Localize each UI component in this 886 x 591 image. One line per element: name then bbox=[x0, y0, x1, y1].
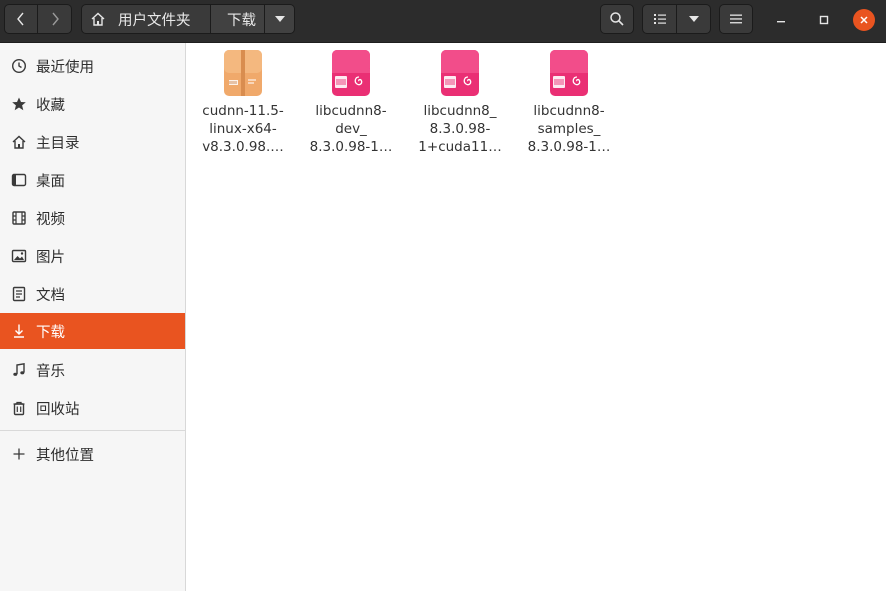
sidebar-divider bbox=[0, 430, 185, 431]
path-menu-button[interactable] bbox=[265, 4, 295, 34]
music-icon bbox=[10, 361, 28, 379]
file-name-line: cudnn-11.5- bbox=[202, 103, 284, 119]
sidebar-item-label: 桌面 bbox=[36, 173, 65, 190]
close-icon bbox=[860, 16, 868, 24]
forward-button[interactable] bbox=[38, 4, 72, 34]
file-view[interactable]: cudnn-11.5- linux-x64- v8.3.0.98.… libcu… bbox=[186, 43, 886, 591]
picture-icon bbox=[10, 247, 28, 265]
file-name-line: libcudnn8_ bbox=[423, 103, 497, 119]
debian-package-icon bbox=[550, 50, 588, 96]
back-button[interactable] bbox=[4, 4, 38, 34]
sidebar-item-label: 图片 bbox=[36, 249, 65, 266]
minimize-icon bbox=[777, 21, 785, 23]
view-options-button[interactable] bbox=[677, 4, 711, 34]
file-name-line: linux-x64- bbox=[209, 121, 277, 137]
close-button[interactable] bbox=[853, 9, 875, 31]
archive-icon bbox=[224, 50, 262, 96]
sidebar-item-label: 文档 bbox=[36, 287, 65, 304]
sidebar-item-label: 最近使用 bbox=[36, 59, 94, 76]
desktop-icon bbox=[10, 171, 28, 189]
file-name-line: 1+cuda11… bbox=[418, 139, 502, 155]
home-icon bbox=[91, 12, 105, 26]
sidebar-item-label: 下载 bbox=[36, 324, 65, 341]
video-icon bbox=[10, 209, 28, 227]
file-name-line: samples_ bbox=[537, 121, 601, 137]
header-bar: 用户文件夹 下载 bbox=[0, 0, 886, 43]
file-item[interactable]: libcudnn8- dev_ 8.3.0.98-1… bbox=[297, 49, 405, 156]
sidebar-item-trash[interactable]: 回收站 bbox=[0, 390, 185, 426]
sidebar-item-downloads[interactable]: 下载 bbox=[0, 313, 185, 349]
triangle-down-icon bbox=[688, 16, 699, 22]
sidebar-item-recent[interactable]: 最近使用 bbox=[0, 48, 185, 84]
path-crumb-label: 下载 bbox=[227, 12, 256, 29]
sidebar-item-home[interactable]: 主目录 bbox=[0, 124, 185, 160]
file-name: libcudnn8_ 8.3.0.98- 1+cuda11… bbox=[408, 102, 512, 156]
plus-icon bbox=[10, 445, 28, 463]
file-name: libcudnn8- samples_ 8.3.0.98-1… bbox=[517, 102, 621, 156]
sidebar-item-desktop[interactable]: 桌面 bbox=[0, 162, 185, 198]
file-name-line: dev_ bbox=[335, 121, 367, 137]
sidebar-item-label: 音乐 bbox=[36, 363, 65, 380]
clock-icon bbox=[10, 57, 28, 75]
file-name-line: libcudnn8- bbox=[533, 103, 605, 119]
chevron-right-icon bbox=[51, 12, 59, 26]
debian-package-icon bbox=[332, 50, 370, 96]
path-crumb-label: 用户文件夹 bbox=[118, 12, 191, 29]
search-icon bbox=[610, 12, 624, 26]
file-item[interactable]: libcudnn8- samples_ 8.3.0.98-1… bbox=[515, 49, 623, 156]
file-name: libcudnn8- dev_ 8.3.0.98-1… bbox=[299, 102, 403, 156]
path-crumb-home[interactable]: 用户文件夹 bbox=[81, 4, 211, 34]
path-crumb-current[interactable]: 下载 bbox=[211, 4, 265, 34]
sidebar-item-label: 收藏 bbox=[36, 97, 65, 114]
sidebar: 最近使用 收藏 主目录 桌面 视频 图片 文档 下载 音乐 回收站 其他位置 bbox=[0, 43, 186, 591]
sidebar-item-starred[interactable]: 收藏 bbox=[0, 86, 185, 122]
trash-icon bbox=[10, 399, 28, 417]
download-icon bbox=[10, 322, 28, 340]
path-bar: 用户文件夹 下载 bbox=[81, 4, 295, 34]
main-menu-button[interactable] bbox=[719, 4, 753, 34]
sidebar-item-documents[interactable]: 文档 bbox=[0, 276, 185, 312]
file-name-line: 8.3.0.98- bbox=[429, 121, 491, 137]
minimize-button[interactable] bbox=[770, 9, 792, 31]
sidebar-item-label: 回收站 bbox=[36, 401, 80, 418]
sidebar-item-label: 主目录 bbox=[36, 135, 80, 152]
document-icon bbox=[10, 285, 28, 303]
file-name-line: v8.3.0.98.… bbox=[202, 139, 284, 155]
maximize-icon bbox=[819, 15, 829, 25]
maximize-button[interactable] bbox=[813, 9, 835, 31]
debian-package-icon bbox=[441, 50, 479, 96]
file-manager-window: 用户文件夹 下载 最近使用 收藏 主目录 桌面 视频 图片 文档 下载 音乐 回… bbox=[0, 0, 886, 591]
file-item[interactable]: cudnn-11.5- linux-x64- v8.3.0.98.… bbox=[189, 49, 297, 156]
file-name-line: 8.3.0.98-1… bbox=[527, 139, 611, 155]
triangle-down-icon bbox=[274, 16, 285, 22]
search-button[interactable] bbox=[600, 4, 634, 34]
file-name: cudnn-11.5- linux-x64- v8.3.0.98.… bbox=[191, 102, 295, 156]
home-icon bbox=[10, 133, 28, 151]
list-view-icon bbox=[653, 14, 666, 24]
sidebar-item-label: 其他位置 bbox=[36, 447, 94, 464]
chevron-left-icon bbox=[17, 12, 24, 26]
file-name-line: 8.3.0.98-1… bbox=[309, 139, 393, 155]
sidebar-item-videos[interactable]: 视频 bbox=[0, 200, 185, 236]
sidebar-item-other-locations[interactable]: 其他位置 bbox=[0, 436, 185, 472]
sidebar-item-label: 视频 bbox=[36, 211, 65, 228]
hamburger-icon bbox=[730, 14, 742, 24]
file-name-line: libcudnn8- bbox=[315, 103, 387, 119]
sidebar-item-music[interactable]: 音乐 bbox=[0, 352, 185, 388]
sidebar-item-pictures[interactable]: 图片 bbox=[0, 238, 185, 274]
view-list-button[interactable] bbox=[642, 4, 677, 34]
star-icon bbox=[10, 95, 28, 113]
file-item[interactable]: libcudnn8_ 8.3.0.98- 1+cuda11… bbox=[406, 49, 514, 156]
